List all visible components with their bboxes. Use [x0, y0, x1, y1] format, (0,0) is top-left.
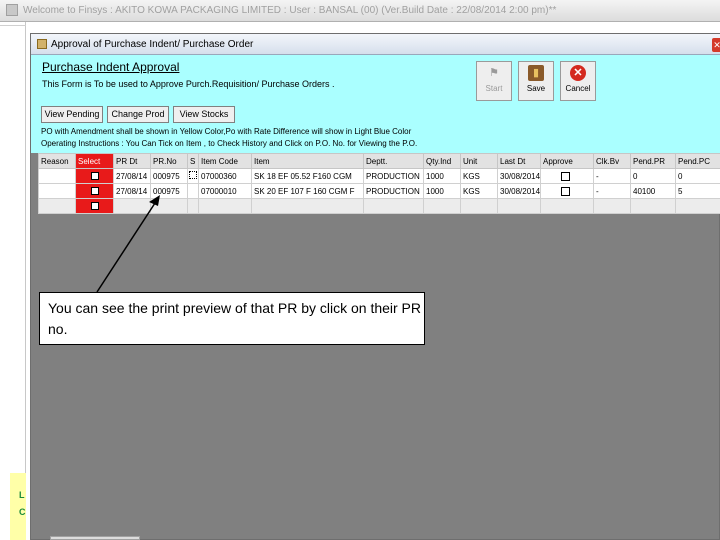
- cancel-button[interactable]: ✕ Cancel: [560, 61, 596, 101]
- select-cell[interactable]: [75, 198, 114, 214]
- table-row[interactable]: 27/08/14 000975 07000360 SK 18 EF 05.52 …: [38, 168, 720, 184]
- cancel-label: Cancel: [565, 84, 591, 93]
- background-strip-letter: C: [19, 507, 26, 517]
- form-title: Purchase Indent Approval: [42, 60, 180, 74]
- background-window-tab: [50, 536, 140, 540]
- form-subtitle: This Form is To be used to Approve Purch…: [42, 79, 335, 89]
- column-header[interactable]: Last Dt: [497, 153, 541, 169]
- approval-dialog: Approval of Purchase Indent/ Purchase Or…: [30, 33, 720, 540]
- pr-number-link[interactable]: 000975: [150, 183, 188, 199]
- approve-checkbox[interactable]: [561, 186, 570, 196]
- qty-cell: 1000: [423, 168, 461, 184]
- column-header[interactable]: Pend.PR: [630, 153, 676, 169]
- column-header[interactable]: PR.No: [150, 153, 188, 169]
- close-icon[interactable]: ✕: [712, 38, 720, 52]
- color-legend-note: PO with Amendment shall be shown in Yell…: [41, 127, 412, 136]
- dialog-icon: [37, 39, 47, 49]
- select-cell[interactable]: [75, 183, 114, 199]
- save-label: Save: [526, 84, 546, 93]
- column-header[interactable]: Item: [251, 153, 364, 169]
- s-cell[interactable]: [187, 168, 199, 184]
- department-cell: PRODUCTION: [363, 183, 424, 199]
- cancel-icon: ✕: [570, 65, 586, 81]
- focus-marker: [189, 171, 197, 179]
- screen: Welcome to Finsys : AKITO KOWA PACKAGING…: [0, 0, 720, 540]
- pr-date-cell: 27/08/14: [113, 183, 151, 199]
- approve-cell[interactable]: [540, 168, 594, 184]
- pend-pr-cell: 0: [630, 168, 676, 184]
- start-label: Start: [485, 84, 503, 93]
- select-checkbox[interactable]: [90, 187, 99, 196]
- operating-instructions: Operating Instructions : You Can Tick on…: [41, 139, 418, 148]
- qty-cell: 1000: [423, 183, 461, 199]
- item-code-cell: 07000360: [198, 168, 252, 184]
- last-date-cell: 30/08/2014: [497, 183, 541, 199]
- save-button[interactable]: ▮ Save: [518, 61, 554, 101]
- column-header[interactable]: S: [187, 153, 199, 169]
- approval-grid: Reason Select PR Dt PR.No S Item Code It…: [38, 153, 720, 214]
- reason-cell[interactable]: [38, 168, 76, 184]
- pend-pc-cell: 0: [675, 168, 720, 184]
- column-header[interactable]: PR Dt: [113, 153, 151, 169]
- grid-header-row: Reason Select PR Dt PR.No S Item Code It…: [38, 153, 720, 169]
- form-header: Purchase Indent Approval This Form is To…: [31, 55, 720, 153]
- app-title-bar: Welcome to Finsys : AKITO KOWA PACKAGING…: [0, 0, 720, 22]
- column-header[interactable]: Qty.Ind: [423, 153, 461, 169]
- dialog-title: Approval of Purchase Indent/ Purchase Or…: [51, 39, 254, 50]
- annotation-callout: You can see the print preview of that PR…: [39, 292, 425, 345]
- view-stocks-button[interactable]: View Stocks: [173, 106, 235, 123]
- column-header[interactable]: Approve: [540, 153, 594, 169]
- last-date-cell: 30/08/2014: [497, 168, 541, 184]
- save-icon: ▮: [528, 65, 544, 81]
- table-row[interactable]: 27/08/14 000975 07000010 SK 20 EF 107 F …: [38, 183, 720, 199]
- select-checkbox[interactable]: [90, 202, 99, 211]
- unit-cell: KGS: [460, 183, 498, 199]
- s-cell[interactable]: [187, 183, 199, 199]
- table-row-empty[interactable]: [38, 198, 720, 214]
- background-strip-letter: L: [19, 490, 25, 500]
- select-cell[interactable]: [75, 168, 114, 184]
- app-icon: [6, 4, 18, 17]
- select-checkbox[interactable]: [90, 172, 99, 181]
- pr-date-cell: 27/08/14: [113, 168, 151, 184]
- approve-checkbox[interactable]: [561, 171, 570, 181]
- approve-cell[interactable]: [540, 183, 594, 199]
- item-cell[interactable]: SK 20 EF 107 F 160 CGM F: [251, 183, 364, 199]
- department-cell: PRODUCTION: [363, 168, 424, 184]
- reason-cell[interactable]: [38, 183, 76, 199]
- column-header[interactable]: Unit: [460, 153, 498, 169]
- background-window-strip: [0, 22, 26, 540]
- column-header[interactable]: Select: [75, 153, 114, 169]
- column-header[interactable]: Item Code: [198, 153, 252, 169]
- change-prod-button[interactable]: Change Prod: [107, 106, 169, 123]
- pend-pr-cell: 40100: [630, 183, 676, 199]
- clk-cell: -: [593, 183, 631, 199]
- flag-icon: ⚑: [489, 67, 499, 79]
- clk-cell: -: [593, 168, 631, 184]
- dialog-title-bar[interactable]: Approval of Purchase Indent/ Purchase Or…: [31, 34, 720, 55]
- item-code-cell: 07000010: [198, 183, 252, 199]
- column-header[interactable]: Pend.PC: [675, 153, 720, 169]
- column-header[interactable]: Clk.Bv: [593, 153, 631, 169]
- view-pending-button[interactable]: View Pending: [41, 106, 103, 123]
- item-cell[interactable]: SK 18 EF 05.52 F160 CGM: [251, 168, 364, 184]
- reason-cell[interactable]: [38, 198, 76, 214]
- app-title: Welcome to Finsys : AKITO KOWA PACKAGING…: [23, 5, 557, 16]
- unit-cell: KGS: [460, 168, 498, 184]
- pend-pc-cell: 5: [675, 183, 720, 199]
- column-header[interactable]: Reason: [38, 153, 76, 169]
- start-button[interactable]: ⚑ Start: [476, 61, 512, 101]
- column-header[interactable]: Deptt.: [363, 153, 424, 169]
- pr-number-link[interactable]: 000975: [150, 168, 188, 184]
